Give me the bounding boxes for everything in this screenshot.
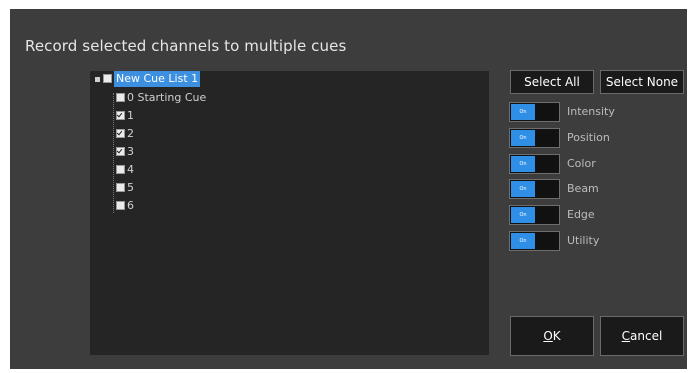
toggle-on-indicator: On — [511, 233, 535, 249]
intensity-label: Intensity — [567, 105, 615, 118]
cue-tree-panel[interactable] — [90, 71, 489, 355]
cancel-button[interactable]: Cancel — [600, 316, 684, 356]
toggle-on-indicator: On — [511, 181, 535, 197]
edge-label: Edge — [567, 208, 595, 221]
cue-checkbox[interactable] — [116, 93, 125, 102]
position-toggle[interactable]: On — [509, 128, 560, 148]
cue-label: 0 Starting Cue — [127, 91, 207, 104]
position-label: Position — [567, 131, 610, 144]
cue-checkbox[interactable] — [116, 129, 125, 138]
select-none-button[interactable]: Select None — [600, 70, 684, 94]
edge-toggle[interactable]: On — [509, 205, 560, 225]
toggle-on-indicator: On — [511, 130, 535, 146]
color-toggle[interactable]: On — [509, 154, 560, 174]
cue-checkbox[interactable] — [116, 147, 125, 156]
intensity-toggle[interactable]: On — [509, 102, 560, 122]
record-cues-dialog: Record selected channels to multiple cue… — [10, 9, 687, 369]
cue-checkbox[interactable] — [116, 183, 125, 192]
toggle-on-indicator: On — [511, 156, 535, 172]
color-label: Color — [567, 157, 596, 170]
cue-checkbox[interactable] — [116, 165, 125, 174]
utility-toggle[interactable]: On — [509, 231, 560, 251]
utility-label: Utility — [567, 234, 600, 247]
cue-checkbox[interactable] — [116, 201, 125, 210]
cue-label: 3 — [127, 145, 134, 158]
cue-list-name[interactable]: New Cue List 1 — [114, 71, 201, 87]
select-all-button[interactable]: Select All — [510, 70, 594, 94]
cue-label: 2 — [127, 127, 134, 140]
beam-toggle[interactable]: On — [509, 179, 560, 199]
root-checkbox[interactable] — [103, 74, 112, 83]
beam-label: Beam — [567, 182, 599, 195]
ok-button[interactable]: OK — [510, 316, 594, 356]
toggle-on-indicator: On — [511, 207, 535, 223]
dialog-title: Record selected channels to multiple cue… — [25, 37, 347, 55]
cue-label: 4 — [127, 163, 134, 176]
tree-connector-line — [113, 93, 114, 213]
toggle-on-indicator: On — [511, 104, 535, 120]
cue-checkbox[interactable] — [116, 111, 125, 120]
cue-label: 6 — [127, 199, 134, 212]
cue-label: 1 — [127, 109, 134, 122]
cue-label: 5 — [127, 181, 134, 194]
collapse-icon[interactable] — [95, 77, 100, 82]
